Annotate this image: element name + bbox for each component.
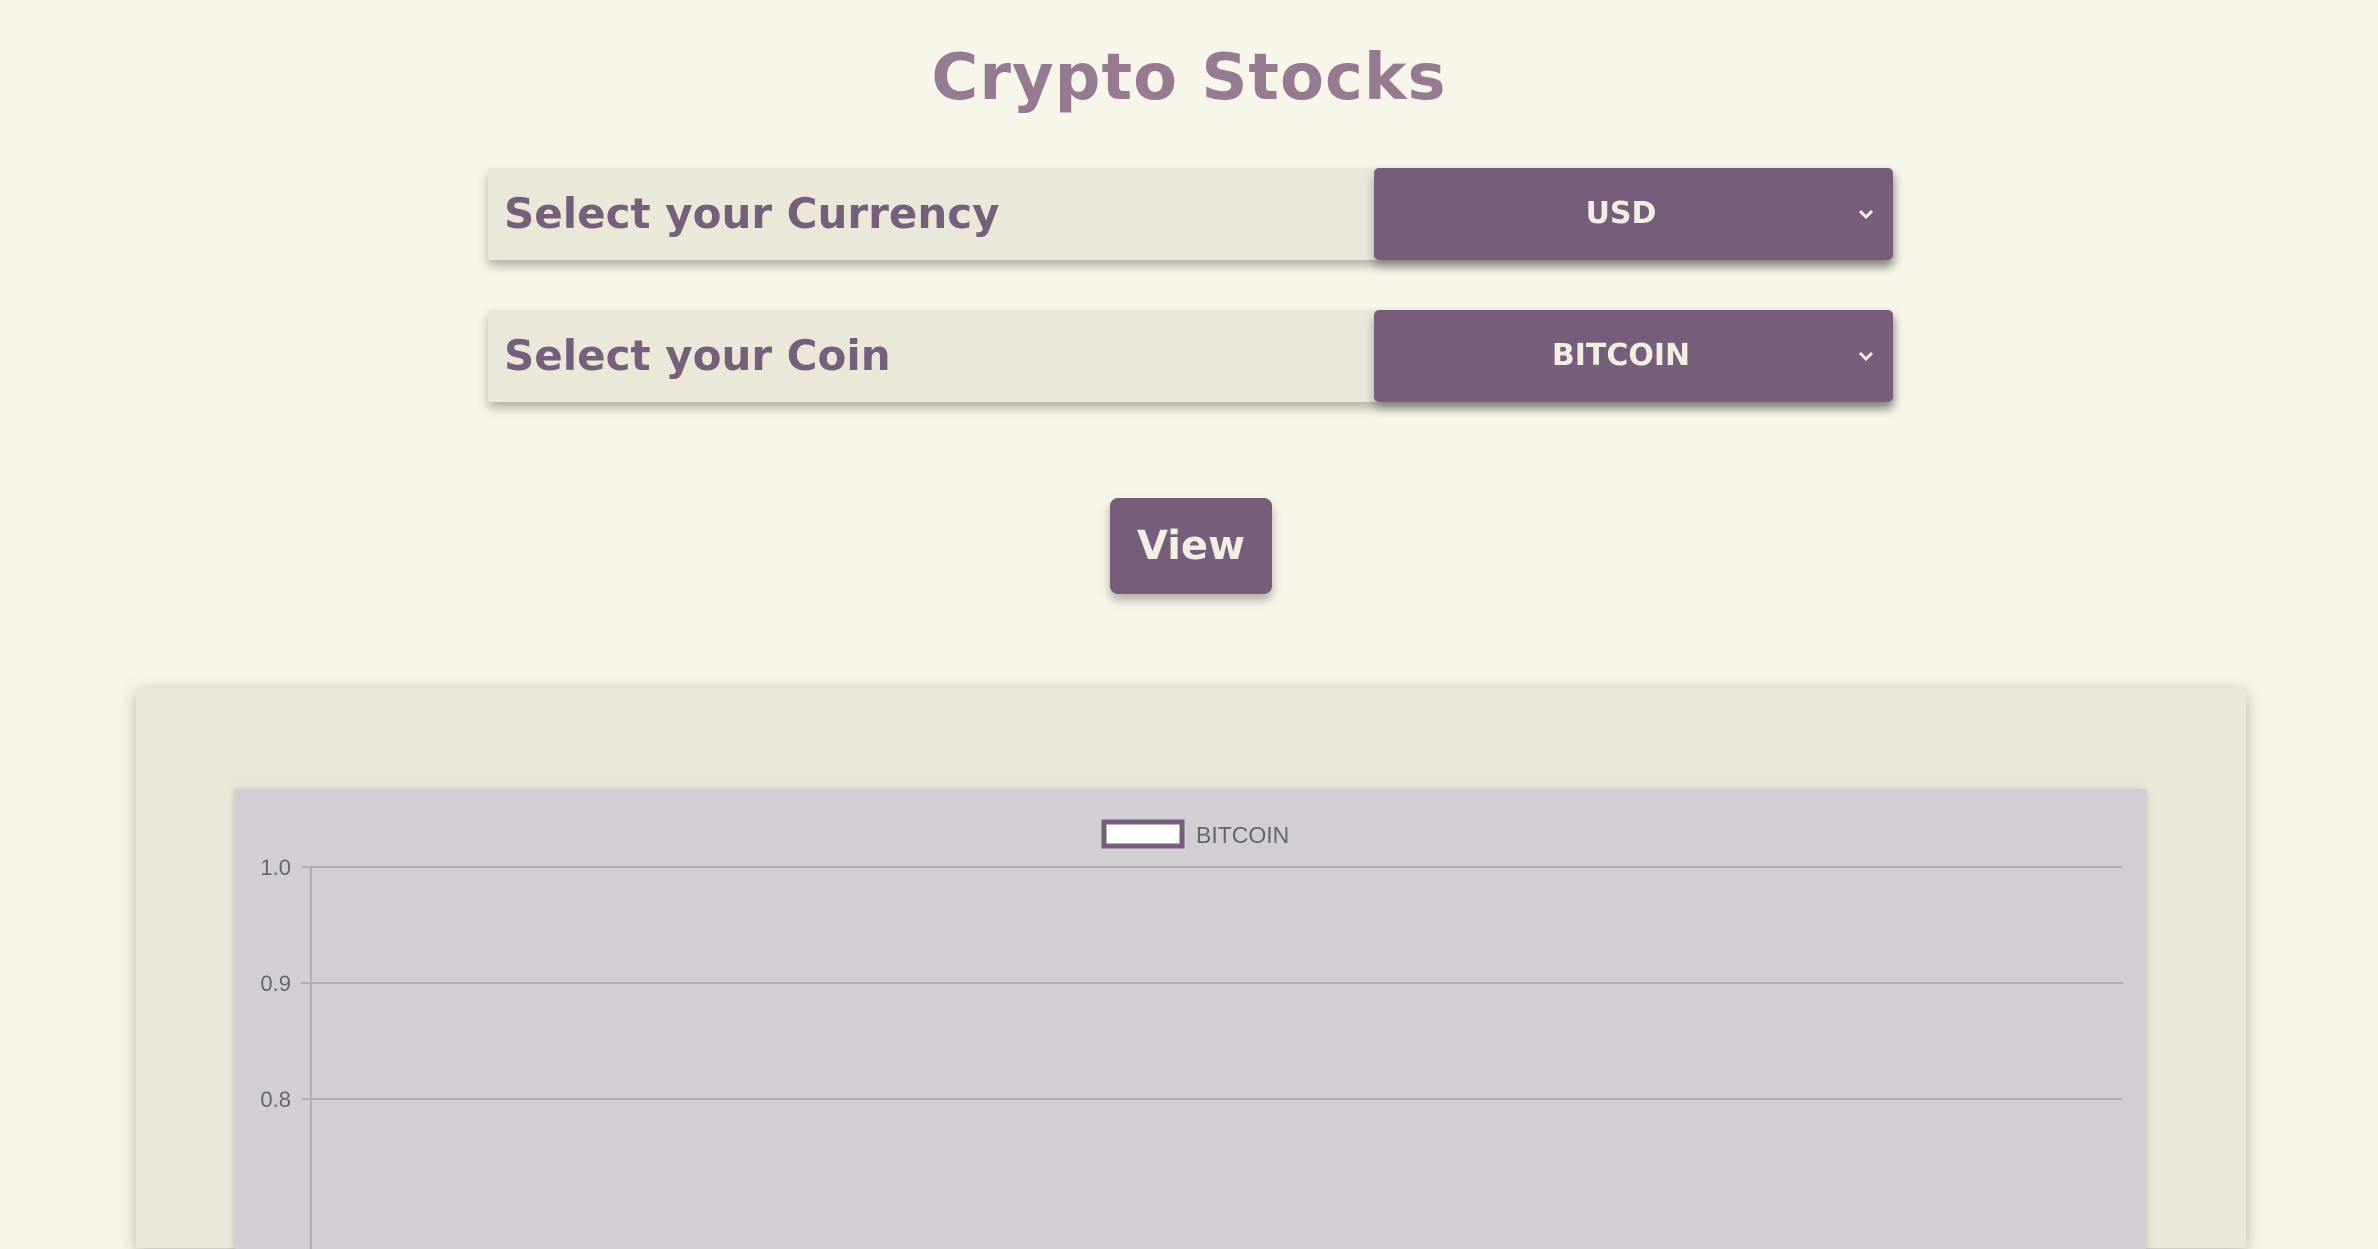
y-tick-label: 0.9 [260,971,291,996]
currency-select[interactable]: USD [1374,168,1893,260]
coin-select-value: BITCOIN [1551,338,1691,373]
chart-area: BITCOIN 1.0 0.9 0.8 [235,789,2146,1249]
currency-select-row: Select your Currency USD [488,168,1893,260]
currency-select-value: USD [1585,196,1657,231]
coin-select[interactable]: BITCOIN [1374,310,1893,402]
coin-select-label: Select your Coin [504,331,891,380]
view-button[interactable]: View [1110,498,1272,594]
page-title: Crypto Stocks [931,41,1447,115]
chevron-down-icon [1858,351,1874,362]
y-tick-label: 1.0 [260,855,291,880]
price-chart: BITCOIN 1.0 0.9 0.8 [260,819,2123,1249]
currency-select-label: Select your Currency [504,189,1000,238]
chevron-down-icon [1858,209,1874,220]
coin-select-row: Select your Coin BITCOIN [488,310,1893,402]
y-tick-label: 0.8 [260,1087,291,1112]
chart-panel: BITCOIN 1.0 0.9 0.8 [136,688,2246,1249]
legend-swatch[interactable] [1101,819,1185,849]
legend-label[interactable]: BITCOIN [1196,822,1289,848]
